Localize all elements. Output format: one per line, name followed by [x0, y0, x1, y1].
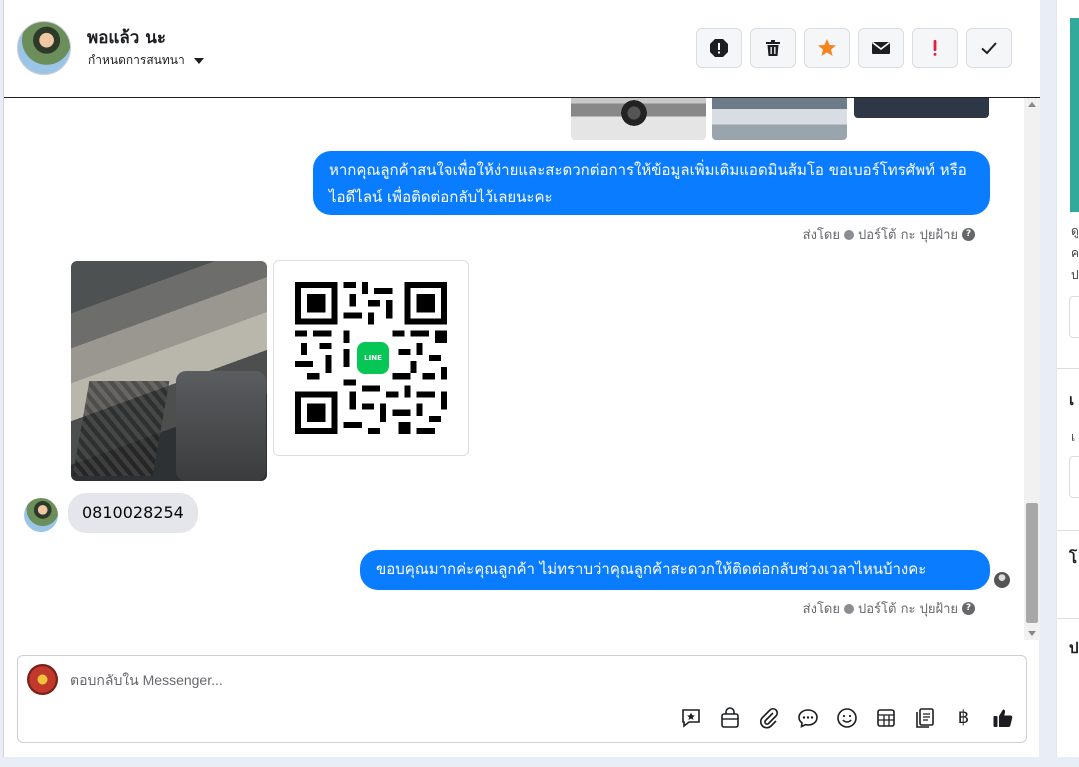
outgoing-message[interactable]: หากคุณลูกค้าสนใจเพื่อให้ง่ายและสะดวกต่อก…: [313, 151, 990, 215]
attach-button[interactable]: [757, 706, 780, 729]
panel-section-title: ป: [1069, 639, 1079, 657]
page-avatar: [27, 664, 58, 695]
line-logo-text: LINE: [357, 342, 389, 374]
blocked-dot-icon: [844, 229, 854, 240]
star-icon: [818, 39, 836, 56]
help-icon[interactable]: ?: [962, 228, 975, 241]
scroll-up-arrow-icon[interactable]: [1028, 102, 1036, 107]
sent-by-prefix: ส่งโดย: [802, 602, 840, 617]
document-icon: [915, 707, 934, 728]
panel-text: ป: [1071, 268, 1079, 282]
quick-reply-button[interactable]: [796, 706, 819, 729]
car-photo-attachment[interactable]: [571, 98, 706, 140]
message-thread[interactable]: หากคุณลูกค้าสนใจเพื่อให้ง่ายและสะดวกต่อก…: [4, 98, 1024, 638]
check-icon: [981, 42, 997, 55]
header-actions: [696, 28, 1012, 68]
baht-icon: ฿: [957, 707, 970, 728]
reply-composer: ฿: [17, 655, 1027, 743]
envelope-icon: [872, 41, 890, 54]
blocked-dot-icon: [844, 603, 854, 614]
scroll-thumb[interactable]: [1026, 503, 1038, 623]
panel-text: เ: [1071, 430, 1076, 444]
incoming-message[interactable]: 0810028254: [68, 493, 198, 533]
thumbs-up-icon: [993, 709, 1012, 727]
table-icon: [876, 708, 895, 727]
saved-reply-button[interactable]: [679, 706, 702, 729]
panel-section-title: โ: [1069, 549, 1078, 567]
contact-name[interactable]: พอแล้ว นะ: [87, 24, 166, 51]
delete-button[interactable]: [750, 28, 796, 68]
sent-by-info: ส่งโดย ปอร์โต้ กะ ปุยฝ้าย ?: [803, 598, 975, 619]
mark-unread-button[interactable]: [858, 28, 904, 68]
panel-button[interactable]: [1069, 296, 1079, 338]
panel-divider: [1057, 530, 1079, 531]
help-icon[interactable]: ?: [962, 602, 975, 615]
thread-scrollbar[interactable]: [1024, 98, 1040, 640]
table-button[interactable]: [874, 706, 897, 729]
sent-by-prefix: ส่งโดย: [802, 228, 840, 243]
mark-done-button[interactable]: [966, 28, 1012, 68]
document-button[interactable]: [913, 706, 936, 729]
block-icon: [710, 39, 728, 57]
car-photo-attachment[interactable]: [712, 98, 847, 140]
emoji-button[interactable]: [835, 706, 858, 729]
teal-banner: [1070, 18, 1079, 212]
emoji-icon: [836, 707, 857, 728]
line-logo-icon: LINE: [354, 339, 392, 377]
car-interior-photo[interactable]: [71, 261, 267, 481]
assign-conversation-dropdown[interactable]: กำหนดการสนทนา: [88, 51, 204, 70]
panel-input[interactable]: [1069, 456, 1079, 498]
chat-bubble-icon: [797, 708, 818, 728]
attachment-icon: [759, 707, 778, 728]
conversation-panel: พอแล้ว นะ กำหนดการสนทนา หากคุณลูกค้าสนใจ…: [3, 0, 1040, 757]
contact-avatar[interactable]: [17, 21, 71, 75]
line-qr-code-image[interactable]: LINE: [273, 260, 469, 456]
composer-toolbar: ฿: [679, 706, 1014, 729]
block-button[interactable]: [696, 28, 742, 68]
shop-bag-icon: [720, 706, 739, 728]
payment-button[interactable]: ฿: [952, 706, 975, 729]
like-button[interactable]: [991, 706, 1014, 729]
assign-conversation-label: กำหนดการสนทนา: [88, 53, 185, 67]
scroll-down-arrow-icon[interactable]: [1028, 631, 1036, 636]
sender-name: ปอร์โต้ กะ ปุยฝ้าย: [858, 602, 958, 617]
spec-image-attachment[interactable]: [854, 98, 989, 118]
panel-text: ดู: [1071, 224, 1079, 238]
contact-avatar-small[interactable]: [24, 498, 58, 532]
sender-name: ปอร์โต้ กะ ปุยฝ้าย: [858, 228, 958, 243]
star-button[interactable]: [804, 28, 850, 68]
trash-icon: [766, 40, 780, 56]
panel-text: ค: [1071, 246, 1079, 260]
caret-down-icon: [193, 57, 204, 64]
reply-input[interactable]: [70, 668, 970, 692]
panel-section-title: เ: [1069, 391, 1075, 409]
saved-reply-icon: [681, 708, 700, 728]
contact-details-panel: ดู ค ป เ เ โ ป: [1056, 0, 1079, 757]
sent-by-info: ส่งโดย ปอร์โต้ กะ ปุยฝ้าย ?: [803, 224, 975, 245]
seen-indicator-avatar: [994, 572, 1010, 588]
exclamation-icon: [933, 40, 937, 56]
shop-button[interactable]: [718, 706, 741, 729]
follow-up-button[interactable]: [912, 28, 958, 68]
outgoing-message[interactable]: ขอบคุณมากค่ะคุณลูกค้า ไม่ทราบว่าคุณลูกค้…: [360, 550, 990, 590]
panel-divider: [1057, 618, 1079, 619]
conversation-header: พอแล้ว นะ กำหนดการสนทนา: [4, 0, 1040, 98]
panel-divider: [1057, 368, 1079, 369]
